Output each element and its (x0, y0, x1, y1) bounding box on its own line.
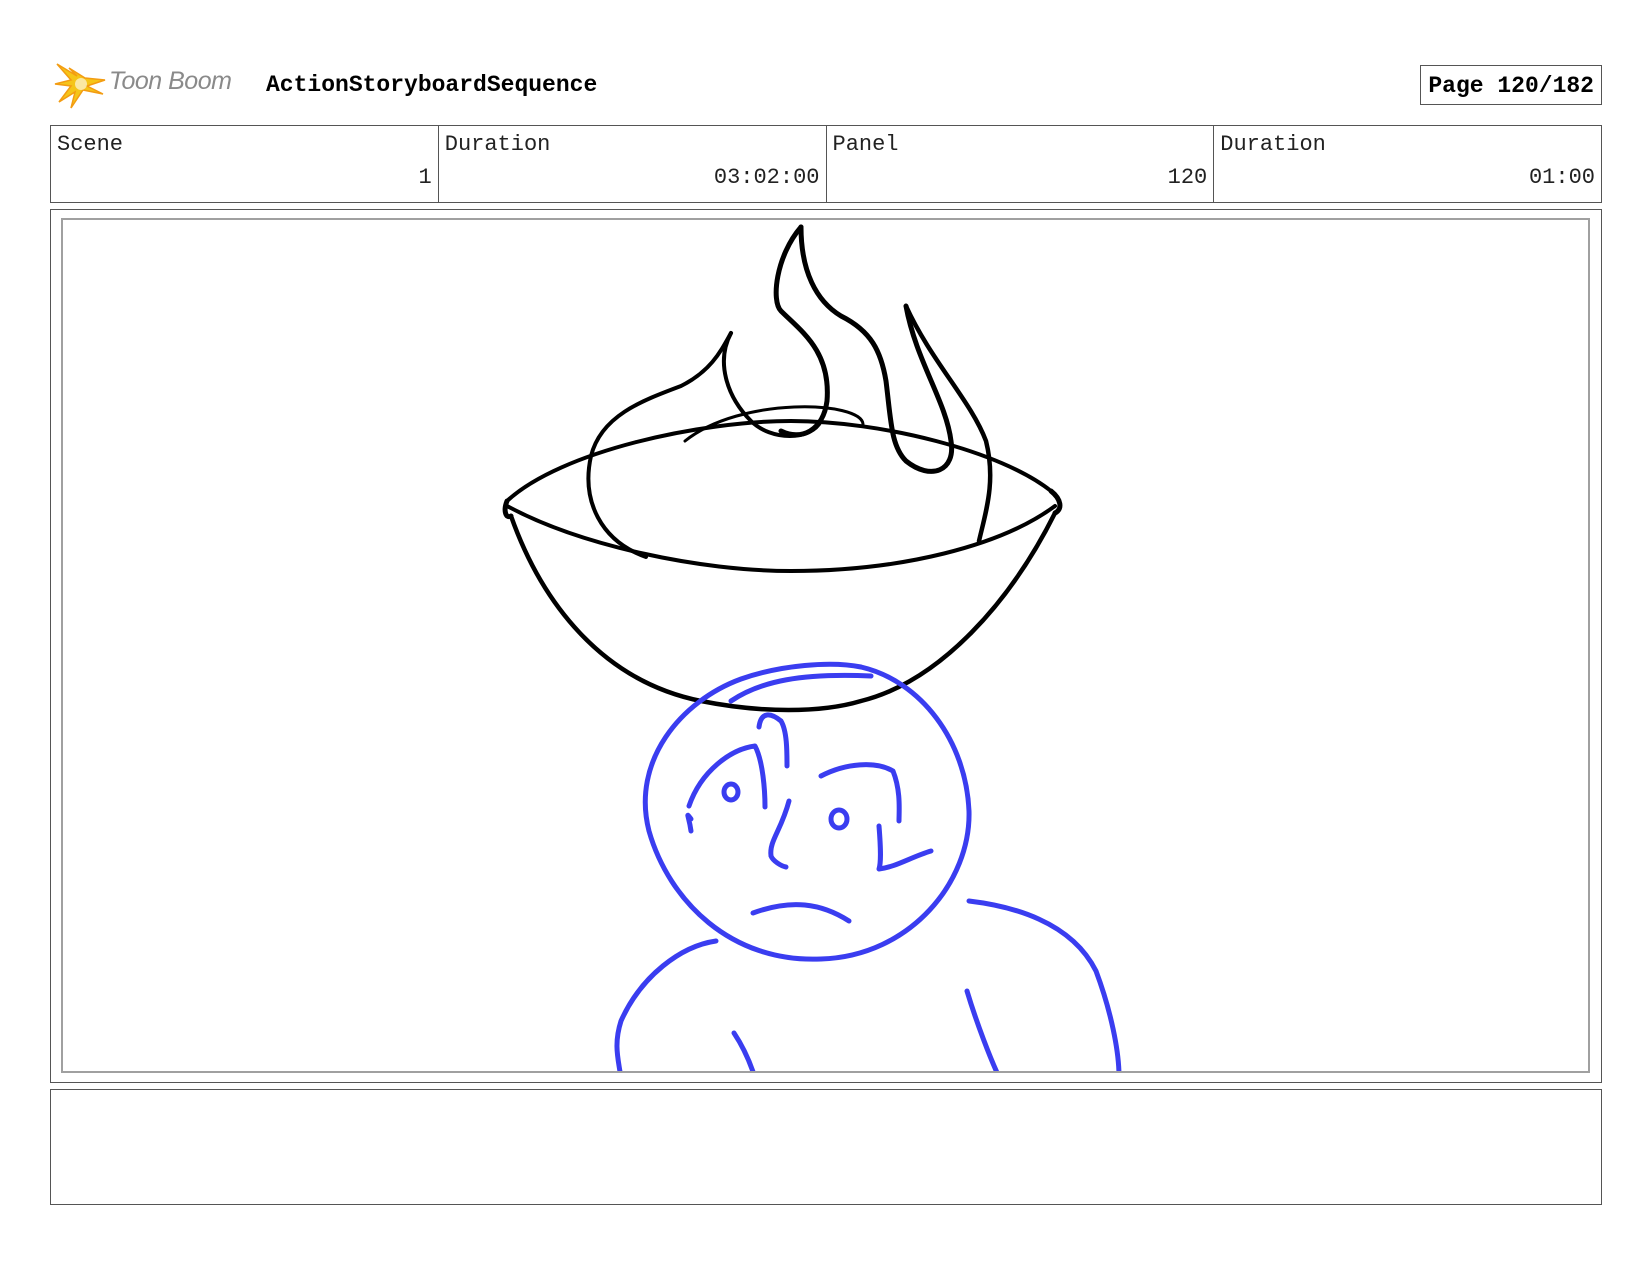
worried-character-drawing (614, 661, 1122, 1071)
page-indicator: Page 120/182 (1420, 65, 1602, 105)
panel-frame (50, 209, 1602, 1083)
panel-label: Panel (832, 132, 899, 157)
panel-drawing-area (61, 218, 1590, 1073)
panel-value: 120 (1167, 165, 1208, 190)
scene-duration-value: 03:02:00 (713, 165, 820, 190)
scene-cell: Scene 1 (51, 126, 439, 202)
panel-duration-value: 01:00 (1528, 165, 1595, 190)
panel-cell: Panel 120 (827, 126, 1215, 202)
panel-duration-cell: Duration 01:00 (1214, 126, 1601, 202)
starburst-icon (54, 63, 106, 109)
scene-duration-cell: Duration 03:02:00 (439, 126, 827, 202)
storyboard-sketch (502, 224, 1122, 1071)
toon-boom-logo: Toon Boom (53, 58, 253, 112)
scene-duration-label: Duration (444, 132, 551, 157)
flaming-bowl-drawing (502, 224, 1063, 713)
scene-label: Scene (57, 132, 124, 157)
logo-text: Toon Boom (109, 67, 232, 95)
panel-duration-label: Duration (1220, 132, 1326, 157)
page-header: Toon Boom ActionStoryboardSequence Page … (50, 58, 1602, 110)
project-title: ActionStoryboardSequence (266, 72, 598, 98)
scene-info-table: Scene 1 Duration 03:02:00 Panel 120 Dura… (50, 125, 1602, 203)
scene-value: 1 (418, 165, 432, 190)
action-notes-box (50, 1089, 1602, 1205)
